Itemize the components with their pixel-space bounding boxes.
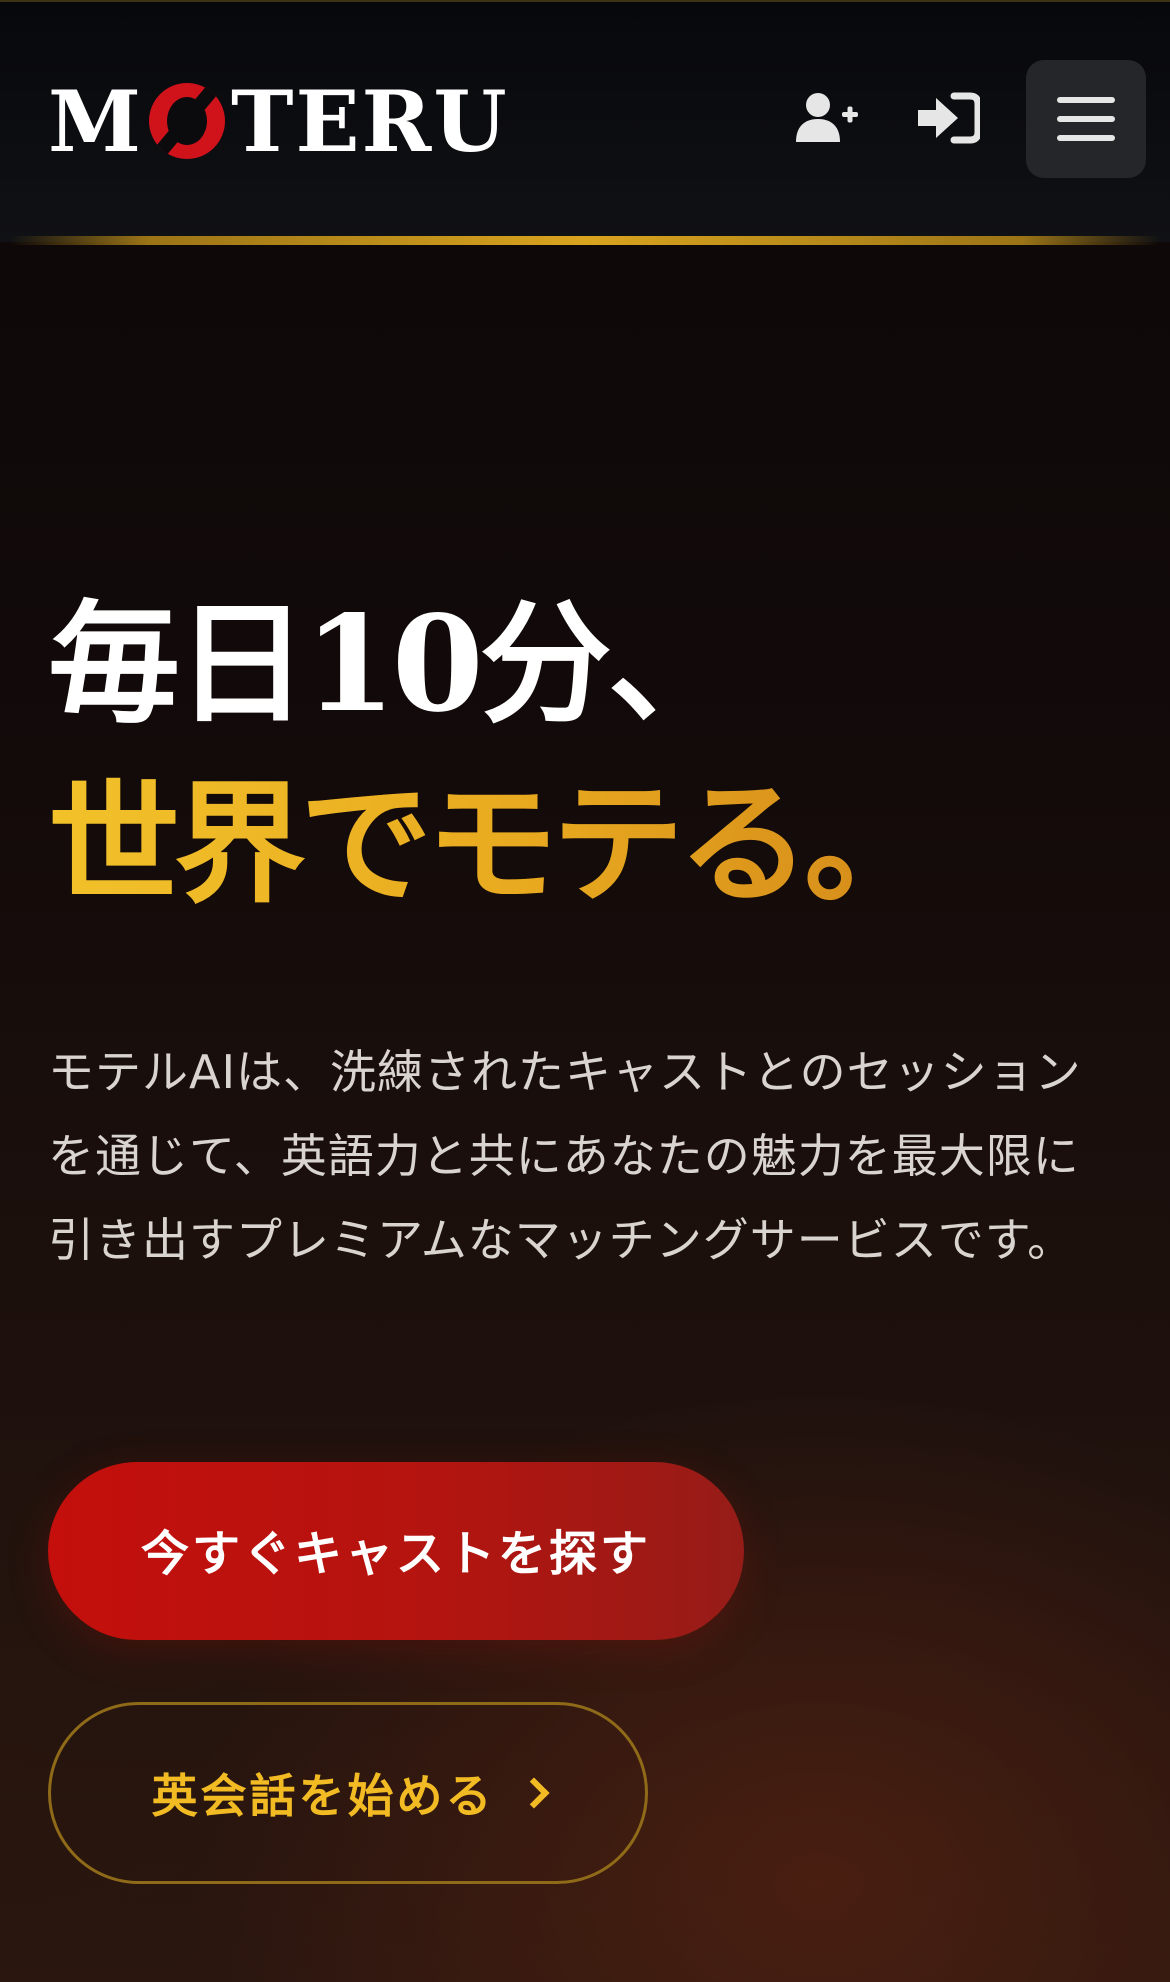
header-gold-divider [10, 236, 1160, 245]
headline-line-2: 世界でモテる。 [48, 750, 936, 940]
headline-line-1: 毎日10分、 [48, 587, 740, 742]
site-header: M TERU [0, 0, 1170, 242]
moteru-logo[interactable]: M TERU [48, 74, 509, 170]
hero-headline: 毎日10分、 世界でモテる。 [48, 580, 936, 940]
user-plus-icon [796, 93, 858, 142]
hero-description: モテルAIは、洗練されたキャストとのセッションを通じて、英語力と共にあなたの魅力… [48, 1045, 1082, 1267]
sign-in-icon [918, 92, 980, 144]
hamburger-menu-button[interactable] [1026, 60, 1146, 178]
login-button[interactable] [910, 80, 986, 156]
logo-text: M TERU [48, 72, 509, 171]
start-english-button-label: 英会話を始める [151, 1769, 495, 1823]
find-cast-button[interactable]: 今すぐキャストを探す [48, 1462, 744, 1640]
logo-o-emblem [148, 83, 225, 159]
start-english-conversation-button[interactable]: 英会話を始める [48, 1702, 648, 1884]
chevron-right-icon [517, 1777, 550, 1809]
find-cast-button-label: 今すぐキャストを探す [140, 1526, 651, 1582]
register-button[interactable] [790, 80, 866, 156]
hamburger-menu-icon [1057, 97, 1115, 141]
